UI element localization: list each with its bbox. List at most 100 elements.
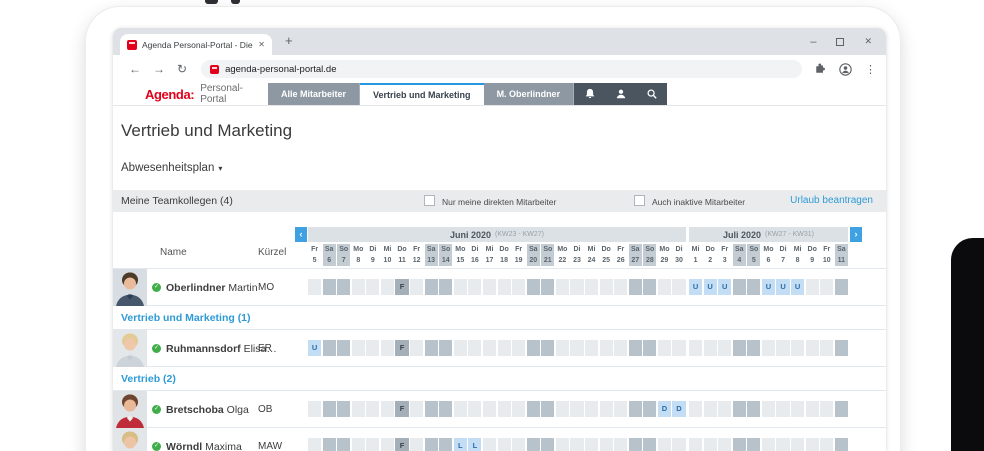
window-close-icon[interactable]: ✕ — [864, 36, 872, 47]
plan-cell-MAW-juni-12[interactable] — [410, 438, 423, 451]
plan-cell-MO-juli-3[interactable]: U — [718, 279, 731, 295]
plan-cell-OB-juni-27[interactable] — [629, 401, 642, 417]
plan-cell-OB-juli-3[interactable] — [718, 401, 731, 417]
plan-cell-ER-juli-5[interactable] — [747, 340, 760, 356]
plan-cell-OB-juni-26[interactable] — [614, 401, 627, 417]
plan-cell-OB-juni-18[interactable] — [498, 401, 511, 417]
notifications-bell-icon[interactable] — [574, 88, 605, 100]
reload-icon[interactable]: ↻ — [177, 63, 187, 75]
plan-cell-MO-juli-2[interactable]: U — [704, 279, 717, 295]
plan-cell-MO-juni-8[interactable] — [352, 279, 365, 295]
tab-close-icon[interactable]: ✕ — [258, 40, 265, 49]
plan-cell-ER-juni-25[interactable] — [600, 340, 613, 356]
plan-cell-MAW-juni-5[interactable] — [308, 438, 321, 451]
plan-cell-OB-juni-5[interactable] — [308, 401, 321, 417]
plan-cell-ER-juni-10[interactable] — [381, 340, 394, 356]
plan-cell-ER-juni-26[interactable] — [614, 340, 627, 356]
plan-cell-OB-juni-17[interactable] — [483, 401, 496, 417]
plan-cell-MAW-juni-16[interactable]: L — [468, 438, 481, 451]
plan-cell-MAW-juni-23[interactable] — [570, 438, 583, 451]
checkbox-direct-reports[interactable] — [424, 195, 435, 206]
address-bar[interactable]: agenda-personal-portal.de — [201, 60, 802, 78]
plan-cell-MO-juni-16[interactable] — [468, 279, 481, 295]
plan-cell-ER-juni-30[interactable] — [672, 340, 685, 356]
plan-cell-ER-juni-12[interactable] — [410, 340, 423, 356]
back-icon[interactable]: ← — [129, 63, 141, 75]
plan-cell-ER-juni-22[interactable] — [556, 340, 569, 356]
plan-cell-MAW-juni-17[interactable] — [483, 438, 496, 451]
plan-cell-ER-juni-14[interactable] — [439, 340, 452, 356]
plan-cell-OB-juni-14[interactable] — [439, 401, 452, 417]
plan-cell-OB-juni-6[interactable] — [323, 401, 336, 417]
previous-month-button[interactable]: ‹ — [295, 227, 307, 242]
plan-cell-MAW-juli-8[interactable] — [791, 438, 804, 451]
plan-cell-MAW-juni-11[interactable]: F — [395, 438, 408, 451]
plan-cell-OB-juni-13[interactable] — [425, 401, 438, 417]
plan-cell-ER-juni-7[interactable] — [337, 340, 350, 356]
new-tab-button[interactable]: + — [285, 33, 293, 48]
plan-cell-MO-juni-19[interactable] — [512, 279, 525, 295]
plan-cell-MAW-juni-27[interactable] — [629, 438, 642, 451]
plan-cell-MO-juli-11[interactable] — [835, 279, 848, 295]
plan-cell-MO-juli-9[interactable] — [806, 279, 819, 295]
plan-cell-MO-juli-10[interactable] — [820, 279, 833, 295]
plan-cell-MAW-juni-15[interactable]: L — [454, 438, 467, 451]
plan-cell-MO-juni-15[interactable] — [454, 279, 467, 295]
browser-menu-icon[interactable]: ⋮ — [865, 63, 876, 76]
plan-cell-OB-juni-24[interactable] — [585, 401, 598, 417]
plan-cell-OB-juni-28[interactable] — [643, 401, 656, 417]
plan-cell-ER-juni-6[interactable] — [323, 340, 336, 356]
plan-cell-OB-juli-11[interactable] — [835, 401, 848, 417]
next-month-button[interactable]: › — [850, 227, 862, 242]
plan-cell-OB-juni-25[interactable] — [600, 401, 613, 417]
plan-cell-MO-juni-20[interactable] — [527, 279, 540, 295]
plan-cell-MAW-juni-19[interactable] — [512, 438, 525, 451]
plan-cell-MO-juni-9[interactable] — [366, 279, 379, 295]
plan-cell-MO-juni-26[interactable] — [614, 279, 627, 295]
plan-cell-MO-juni-5[interactable] — [308, 279, 321, 295]
plan-cell-MAW-juni-25[interactable] — [600, 438, 613, 451]
request-vacation-link[interactable]: Urlaub beantragen — [790, 195, 873, 206]
plan-cell-ER-juni-11[interactable]: F — [395, 340, 408, 356]
plan-cell-OB-juni-11[interactable]: F — [395, 401, 408, 417]
plan-cell-ER-juli-3[interactable] — [718, 340, 731, 356]
plan-cell-MO-juni-27[interactable] — [629, 279, 642, 295]
maximize-icon[interactable] — [836, 38, 844, 46]
plan-cell-MO-juni-10[interactable] — [381, 279, 394, 295]
plan-cell-ER-juni-19[interactable] — [512, 340, 525, 356]
plan-cell-MAW-juli-9[interactable] — [806, 438, 819, 451]
plan-cell-OB-juni-7[interactable] — [337, 401, 350, 417]
plan-cell-MAW-juli-5[interactable] — [747, 438, 760, 451]
view-selector-dropdown[interactable]: Abwesenheitsplan▾ — [121, 162, 222, 174]
plan-cell-ER-juni-9[interactable] — [366, 340, 379, 356]
plan-cell-ER-juli-7[interactable] — [776, 340, 789, 356]
plan-cell-MAW-juni-9[interactable] — [366, 438, 379, 451]
plan-cell-OB-juni-16[interactable] — [468, 401, 481, 417]
plan-cell-MO-juli-6[interactable]: U — [762, 279, 775, 295]
browser-tab[interactable]: Agenda Personal-Portal - Die Inf ✕ — [120, 34, 272, 55]
plan-cell-MO-juni-29[interactable] — [658, 279, 671, 295]
plan-cell-ER-juni-15[interactable] — [454, 340, 467, 356]
plan-cell-OB-juni-22[interactable] — [556, 401, 569, 417]
plan-cell-OB-juni-9[interactable] — [366, 401, 379, 417]
extensions-icon[interactable] — [814, 63, 826, 75]
plan-cell-ER-juni-24[interactable] — [585, 340, 598, 356]
plan-cell-MO-juni-6[interactable] — [323, 279, 336, 295]
plan-cell-MAW-juli-10[interactable] — [820, 438, 833, 451]
plan-cell-ER-juli-4[interactable] — [733, 340, 746, 356]
plan-cell-MAW-juni-20[interactable] — [527, 438, 540, 451]
plan-cell-MAW-juni-28[interactable] — [643, 438, 656, 451]
minimize-icon[interactable]: – — [810, 36, 816, 48]
plan-cell-MAW-juli-3[interactable] — [718, 438, 731, 451]
employee-row-ER[interactable]: ✓Ruhmannsdorf Elisa…ERUF — [113, 330, 886, 367]
tab-alle-mitarbeiter[interactable]: Alle Mitarbeiter — [268, 83, 360, 105]
plan-cell-MAW-juni-14[interactable] — [439, 438, 452, 451]
plan-cell-OB-juni-30[interactable]: D — [672, 401, 685, 417]
plan-cell-MO-juni-30[interactable] — [672, 279, 685, 295]
plan-cell-MO-juli-5[interactable] — [747, 279, 760, 295]
plan-cell-ER-juni-21[interactable] — [541, 340, 554, 356]
user-icon[interactable] — [605, 88, 636, 100]
plan-cell-MAW-juni-22[interactable] — [556, 438, 569, 451]
plan-cell-MO-juni-13[interactable] — [425, 279, 438, 295]
plan-cell-MAW-juli-11[interactable] — [835, 438, 848, 451]
